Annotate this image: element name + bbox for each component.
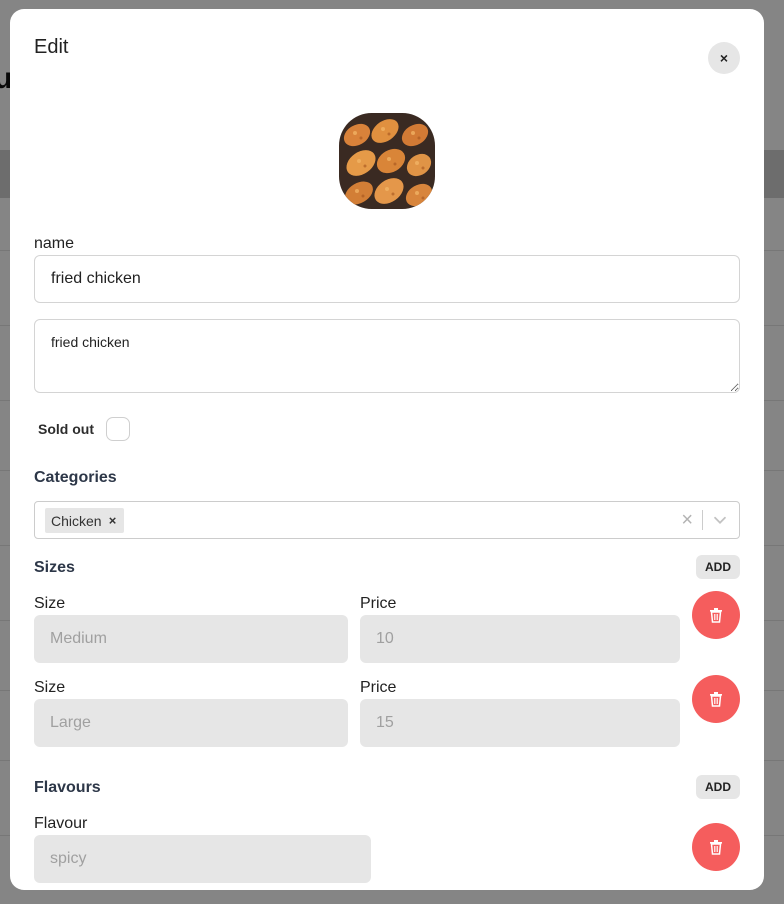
trash-icon: [710, 608, 722, 623]
price-input[interactable]: 15: [360, 699, 680, 747]
name-input[interactable]: [34, 255, 740, 303]
category-chip: Chicken ×: [45, 508, 124, 533]
clear-icon[interactable]: ×: [681, 510, 693, 530]
add-size-button[interactable]: ADD: [696, 555, 740, 579]
price-input[interactable]: 10: [360, 615, 680, 663]
fried-chicken-image: [339, 113, 435, 209]
flavour-input[interactable]: spicy: [34, 835, 371, 883]
trash-icon: [710, 840, 722, 855]
close-icon: ×: [719, 50, 729, 66]
category-chip-label: Chicken: [51, 512, 102, 529]
delete-flavour-button[interactable]: [692, 823, 740, 871]
sold-out-label: Sold out: [38, 421, 94, 437]
description-textarea[interactable]: fried chicken: [34, 319, 740, 393]
size-input[interactable]: Large: [34, 699, 348, 747]
flavour-label: Flavour: [34, 815, 88, 832]
name-label: name: [34, 235, 75, 252]
modal-header: Edit ×: [34, 35, 740, 74]
select-separator: [702, 510, 703, 530]
size-label: Size: [34, 595, 66, 612]
delete-size-button[interactable]: [692, 675, 740, 723]
chevron-down-icon[interactable]: [711, 511, 729, 529]
size-label: Size: [34, 679, 66, 696]
chip-remove-icon[interactable]: ×: [102, 513, 124, 528]
price-label: Price: [360, 679, 397, 696]
size-input[interactable]: Medium: [34, 615, 348, 663]
delete-size-button[interactable]: [692, 591, 740, 639]
flavours-title: Flavours: [34, 779, 101, 796]
trash-icon: [710, 692, 722, 707]
price-label: Price: [360, 595, 397, 612]
categories-title: Categories: [34, 469, 117, 486]
categories-select[interactable]: Chicken × ×: [34, 501, 740, 539]
add-flavour-button[interactable]: ADD: [696, 775, 740, 799]
food-image[interactable]: [339, 113, 435, 209]
sizes-title: Sizes: [34, 559, 75, 576]
edit-modal: Edit × name fried chicken fried chicken …: [10, 9, 764, 890]
modal-title: Edit: [34, 36, 69, 58]
sold-out-checkbox[interactable]: [106, 417, 130, 441]
close-button[interactable]: ×: [708, 42, 740, 74]
